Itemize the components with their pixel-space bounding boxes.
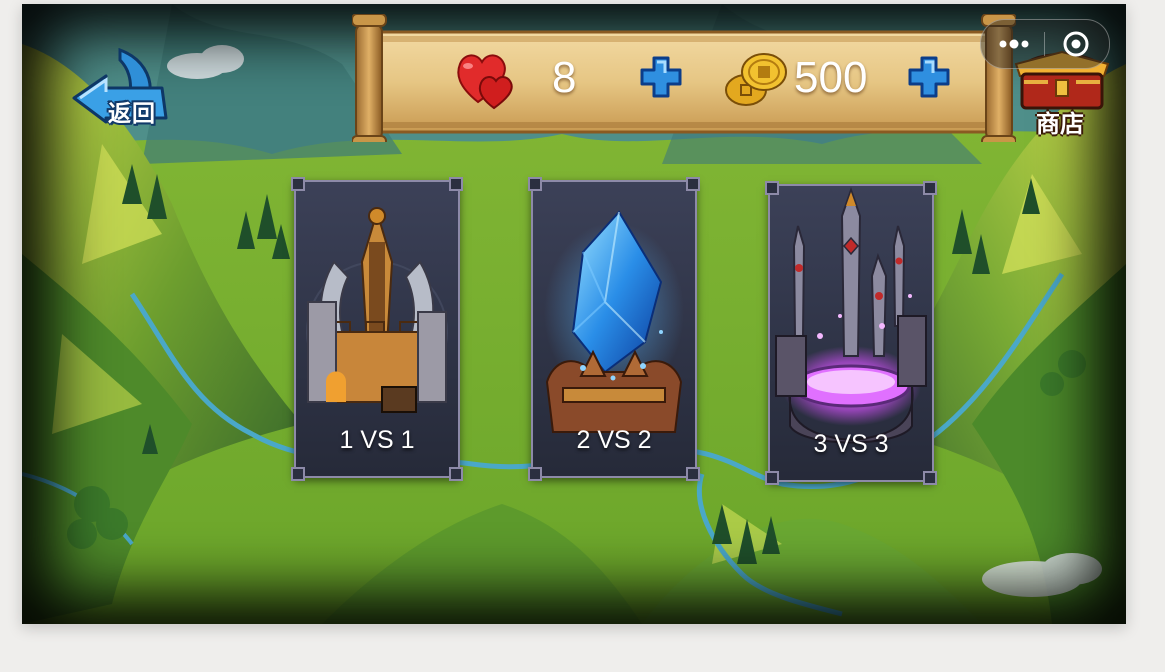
lives-count: 8 <box>552 53 577 102</box>
more-menu-button[interactable] <box>987 26 1041 62</box>
capsule-divider <box>1044 32 1045 56</box>
mode-label: 1 VS 1 <box>339 426 415 454</box>
back-label: 返回 <box>108 101 156 127</box>
mode-label: 2 VS 2 <box>576 426 652 454</box>
close-miniprogram-button[interactable] <box>1049 26 1103 62</box>
mode-label: 3 VS 3 <box>813 430 889 458</box>
hearts-icon <box>457 54 513 110</box>
miniprogram-capsule <box>980 19 1110 69</box>
target-close-icon <box>1063 31 1089 57</box>
game-screen: 返回 8 500 商店 1 VS 1 2 VS 2 3 VS 3 <box>22 4 1126 624</box>
shop-label: 商店 <box>1036 110 1084 138</box>
add-lives-button[interactable] <box>638 54 684 100</box>
coins-count: 500 <box>794 53 868 102</box>
mode-card-2v2[interactable]: 2 VS 2 <box>528 177 700 481</box>
plus-icon <box>908 56 950 98</box>
more-dots-icon <box>999 39 1029 49</box>
resource-scroll-banner: 8 500 <box>351 13 1017 149</box>
back-button[interactable]: 返回 <box>70 48 170 127</box>
gold-coins-icon <box>725 53 787 106</box>
add-coins-button[interactable] <box>906 54 952 100</box>
plus-icon <box>640 56 682 98</box>
mode-card-3v3[interactable]: 3 VS 3 <box>765 181 937 485</box>
mode-card-1v1[interactable]: 1 VS 1 <box>291 177 463 481</box>
